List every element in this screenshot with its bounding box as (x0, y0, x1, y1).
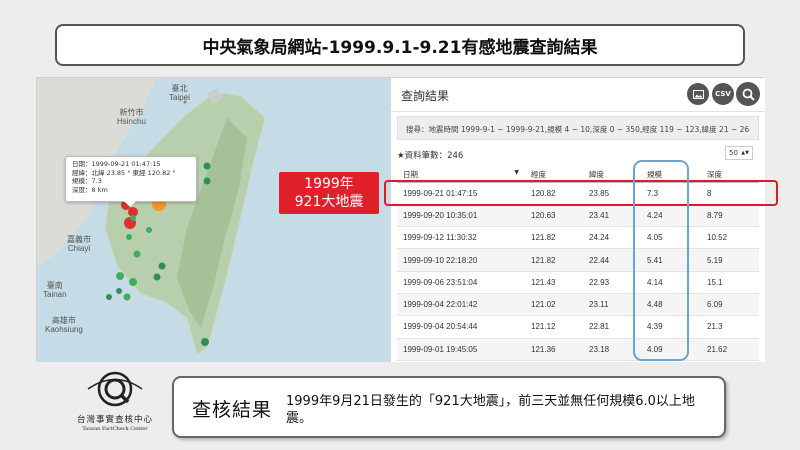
highlight-921-row (384, 180, 778, 206)
table-row[interactable]: 1999-09-06 23:51:04 121.43 22.93 4.14 15… (397, 271, 759, 294)
image-icon (692, 89, 704, 99)
cell-longitude: 121.82 (525, 248, 583, 272)
cell-date: 1999-09-01 19:45:05 (397, 338, 525, 361)
quake-marker[interactable] (203, 177, 211, 185)
cell-longitude: 120.63 (525, 204, 583, 228)
quake-marker[interactable] (116, 288, 122, 294)
quake-marker[interactable] (123, 293, 131, 301)
city-label-chiayi: 嘉義市 Chiayi (67, 235, 91, 253)
quake-marker[interactable] (133, 250, 141, 258)
results-panel: 查詢結果 CSV 搜尋：地震時間 1999-9-1 ~ 1999-9-21,規模… (391, 78, 765, 362)
city-label-kaohsiung: 高雄市 Kaohsiung (45, 316, 83, 334)
cell-depth: 15.1 (701, 271, 759, 294)
city-label-taipei: 臺北 Taipei (169, 84, 190, 102)
cell-longitude: 121.82 (525, 226, 583, 250)
result-label: 查核結果 (192, 399, 273, 421)
quake-marker[interactable] (126, 234, 132, 240)
cell-depth: 21.62 (701, 338, 759, 361)
cell-depth: 5.19 (701, 248, 759, 272)
popup-magnitude: 規模：7.3 (72, 177, 102, 185)
result-text: 1999年9月21日發生的「921大地震」，前三天並無任何規模6.0以上地震。 (286, 394, 695, 426)
factcheck-result-box: 查核結果 1999年9月21日發生的「921大地震」，前三天並無任何規模6.0以… (172, 376, 726, 438)
cell-longitude: 121.36 (525, 338, 583, 361)
city-label-tainan: 臺南 Tainan (43, 281, 67, 299)
cell-date: 1999-09-10 22:18:20 (397, 248, 525, 272)
table-row[interactable]: 1999-09-04 20:54:44 121.12 22.81 4.39 21… (397, 315, 759, 339)
quake-marker[interactable] (153, 273, 161, 281)
table-row[interactable]: 1999-09-12 11:30:32 121.82 24.24 4.05 10… (397, 226, 759, 250)
popup-depth: 深度：8 km (72, 185, 108, 194)
panel-header: 查詢結果 CSV (391, 78, 765, 112)
table-row[interactable]: 1999-09-04 22:01:42 121.02 23.11 4.48 6.… (397, 293, 759, 317)
cell-longitude: 121.12 (525, 315, 583, 339)
cell-date: 1999-09-04 22:01:42 (397, 293, 525, 317)
map-popup: 日期：1999-09-21 01:47:15 經緯：北緯 23.85 ° 東經 … (65, 156, 197, 207)
quake-marker[interactable] (158, 262, 166, 270)
quake-marker[interactable] (146, 227, 152, 233)
csv-export-button[interactable]: CSV (712, 83, 734, 105)
cell-longitude: 121.02 (525, 293, 583, 317)
cell-date: 1999-09-12 11:30:32 (397, 226, 525, 250)
query-summary: 搜尋：地震時間 1999-9-1 ~ 1999-9-21,規模 4 ~ 10,深… (397, 116, 759, 140)
image-export-button[interactable] (687, 83, 709, 105)
page-title: 中央氣象局網站-1999.9.1-9.21有感地震查詢結果 (55, 24, 745, 66)
cell-date: 1999-09-06 23:51:04 (397, 271, 525, 294)
cell-longitude: 121.43 (525, 271, 583, 294)
cell-depth: 10.52 (701, 226, 759, 250)
taiwan-map[interactable]: 臺北 Taipei 新竹市 Hsinchu 嘉義市 Chiayi 臺南 Tainan 高… (37, 78, 391, 362)
logo-name: 台灣事實查核中心 (76, 415, 153, 425)
page-size-value: 50 (729, 149, 738, 157)
popup-time: 日期：1999-09-21 01:47:15 (72, 160, 161, 168)
quake-marker[interactable] (106, 294, 112, 300)
logo-name-en: Taiwan FactCheck Center (82, 426, 148, 432)
callout-921-label: 1999年 921大地震 (279, 172, 379, 214)
cell-date: 1999-09-20 10:35:01 (397, 204, 525, 228)
page-size-select[interactable]: 50 ▲▼ (725, 146, 753, 160)
quake-marker[interactable] (130, 215, 136, 221)
search-button[interactable] (736, 82, 760, 106)
quake-marker[interactable] (129, 278, 137, 286)
select-arrow-icon: ▲▼ (741, 150, 749, 156)
city-label-hsinchu: 新竹市 Hsinchu (117, 108, 146, 126)
cell-depth: 6.09 (701, 293, 759, 317)
quake-marker[interactable] (203, 162, 211, 170)
popup-location: 經緯：北緯 23.85 ° 東經 120.82 ° (72, 168, 176, 177)
callout-line-event: 921大地震 (294, 194, 364, 210)
highlight-magnitude-column (633, 160, 689, 361)
table-row[interactable]: 1999-09-20 10:35:01 120.63 23.41 4.24 8.… (397, 204, 759, 228)
cell-depth: 8.79 (701, 204, 759, 228)
quake-marker[interactable] (201, 338, 209, 346)
magnifier-logo-icon (87, 371, 143, 407)
cell-depth: 21.3 (701, 315, 759, 339)
map-graphic (37, 78, 266, 355)
cell-date: 1999-09-04 20:54:44 (397, 315, 525, 339)
table-row[interactable]: 1999-09-01 19:45:05 121.36 23.18 4.09 21… (397, 338, 759, 361)
panel-title: 查詢結果 (401, 89, 450, 103)
quake-marker[interactable] (116, 272, 124, 280)
tfc-logo: 台灣事實查核中心 Taiwan FactCheck Center (60, 368, 170, 442)
sort-desc-icon: ▼ (514, 168, 519, 176)
table-row[interactable]: 1999-09-10 22:18:20 121.82 22.44 5.41 5.… (397, 248, 759, 272)
record-count: ★資料筆數：246 (397, 151, 464, 161)
callout-line-year: 1999年 (304, 176, 354, 192)
search-icon (742, 88, 755, 101)
